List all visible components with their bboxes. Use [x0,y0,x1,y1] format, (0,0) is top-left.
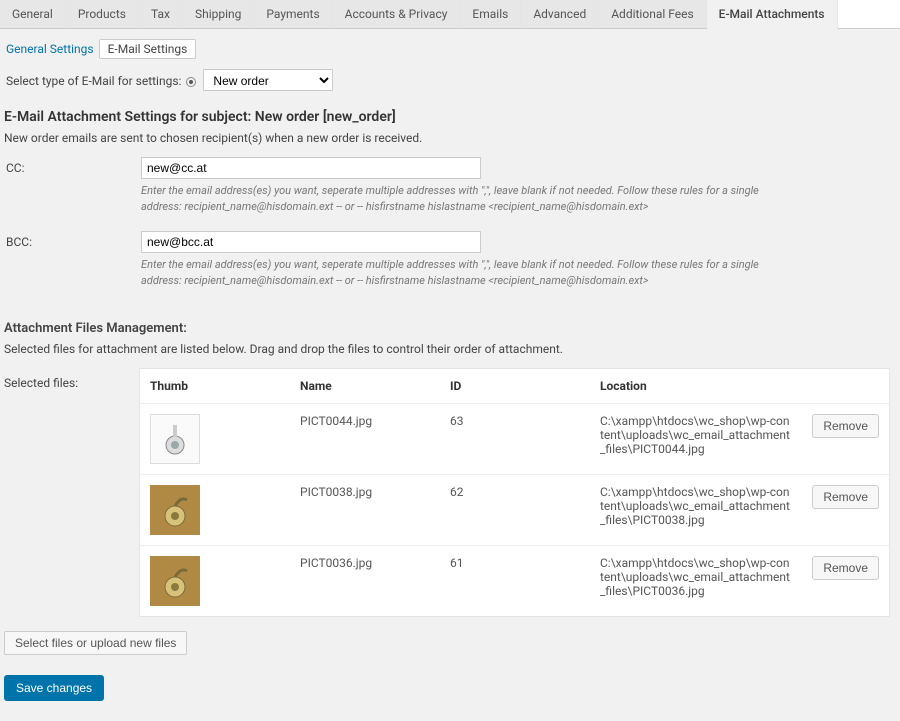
table-row[interactable]: PICT0044.jpg63C:\xampp\htdocs\wc_shop\wp… [140,403,889,474]
tab-general[interactable]: General [0,0,66,28]
selected-files-label: Selected files: [4,368,139,390]
th-action [802,369,889,404]
th-id: ID [440,369,590,404]
tab-tax[interactable]: Tax [139,0,183,28]
attachment-name: PICT0036.jpg [290,545,440,616]
email-type-selector-row: Select type of E-Mail for settings: New … [4,59,890,95]
attachment-files-desc: Selected files for attachment are listed… [4,342,890,356]
subtab-email-settings[interactable]: E-Mail Settings [99,39,197,59]
remove-button[interactable]: Remove [812,414,879,438]
select-files-button[interactable]: Select files or upload new files [4,631,187,655]
th-location: Location [590,369,802,404]
email-type-select[interactable]: New order [203,69,333,91]
bcc-label: BCC: [6,231,141,249]
tab-advanced[interactable]: Advanced [521,0,599,28]
sub-tabs: General Settings E-Mail Settings [4,29,890,59]
remove-button[interactable]: Remove [812,556,879,580]
attachment-location: C:\xampp\htdocs\wc_shop\wp-content\uploa… [590,403,802,474]
attachment-id: 63 [440,403,590,474]
bcc-input[interactable] [141,231,481,253]
email-type-label: Select type of E-Mail for settings: [6,74,181,88]
attachment-settings-heading: E-Mail Attachment Settings for subject: … [4,109,890,125]
table-row[interactable]: PICT0038.jpg62C:\xampp\htdocs\wc_shop\wp… [140,474,889,545]
attachment-thumb [150,485,200,535]
attachment-files-heading: Attachment Files Management: [4,321,890,336]
th-name: Name [290,369,440,404]
attachment-thumb [150,556,200,606]
tab-emails[interactable]: Emails [460,0,521,28]
bcc-hint: Enter the email address(es) you want, se… [141,257,761,289]
attachments-table-wrap: Thumb Name ID Location PICT0044.jpg63C:\… [139,368,890,617]
attachment-thumb [150,414,200,464]
cc-input[interactable] [141,157,481,179]
tab-payments[interactable]: Payments [254,0,332,28]
cc-hint: Enter the email address(es) you want, se… [141,183,761,215]
attachment-location: C:\xampp\htdocs\wc_shop\wp-content\uploa… [590,545,802,616]
attachments-table: Thumb Name ID Location PICT0044.jpg63C:\… [140,369,889,616]
attachment-settings-desc: New order emails are sent to chosen reci… [4,131,890,145]
tab-accounts-privacy[interactable]: Accounts & Privacy [333,0,461,28]
attachment-name: PICT0044.jpg [290,403,440,474]
tab-products[interactable]: Products [66,0,139,28]
attachment-id: 61 [440,545,590,616]
tab-e-mail-attachments[interactable]: E-Mail Attachments [707,0,838,29]
attachment-name: PICT0038.jpg [290,474,440,545]
save-changes-button[interactable]: Save changes [4,675,104,701]
attachments-tbody: PICT0044.jpg63C:\xampp\htdocs\wc_shop\wp… [140,403,889,616]
tab-shipping[interactable]: Shipping [183,0,254,28]
attachment-location: C:\xampp\htdocs\wc_shop\wp-content\uploa… [590,474,802,545]
table-row[interactable]: PICT0036.jpg61C:\xampp\htdocs\wc_shop\wp… [140,545,889,616]
tab-additional-fees[interactable]: Additional Fees [599,0,706,28]
subtab-general-settings[interactable]: General Settings [6,42,94,56]
attachment-id: 62 [440,474,590,545]
cc-label: CC: [6,157,141,175]
email-type-radio[interactable] [186,77,196,87]
th-thumb: Thumb [140,369,290,404]
settings-tabs: GeneralProductsTaxShippingPaymentsAccoun… [0,0,900,29]
remove-button[interactable]: Remove [812,485,879,509]
